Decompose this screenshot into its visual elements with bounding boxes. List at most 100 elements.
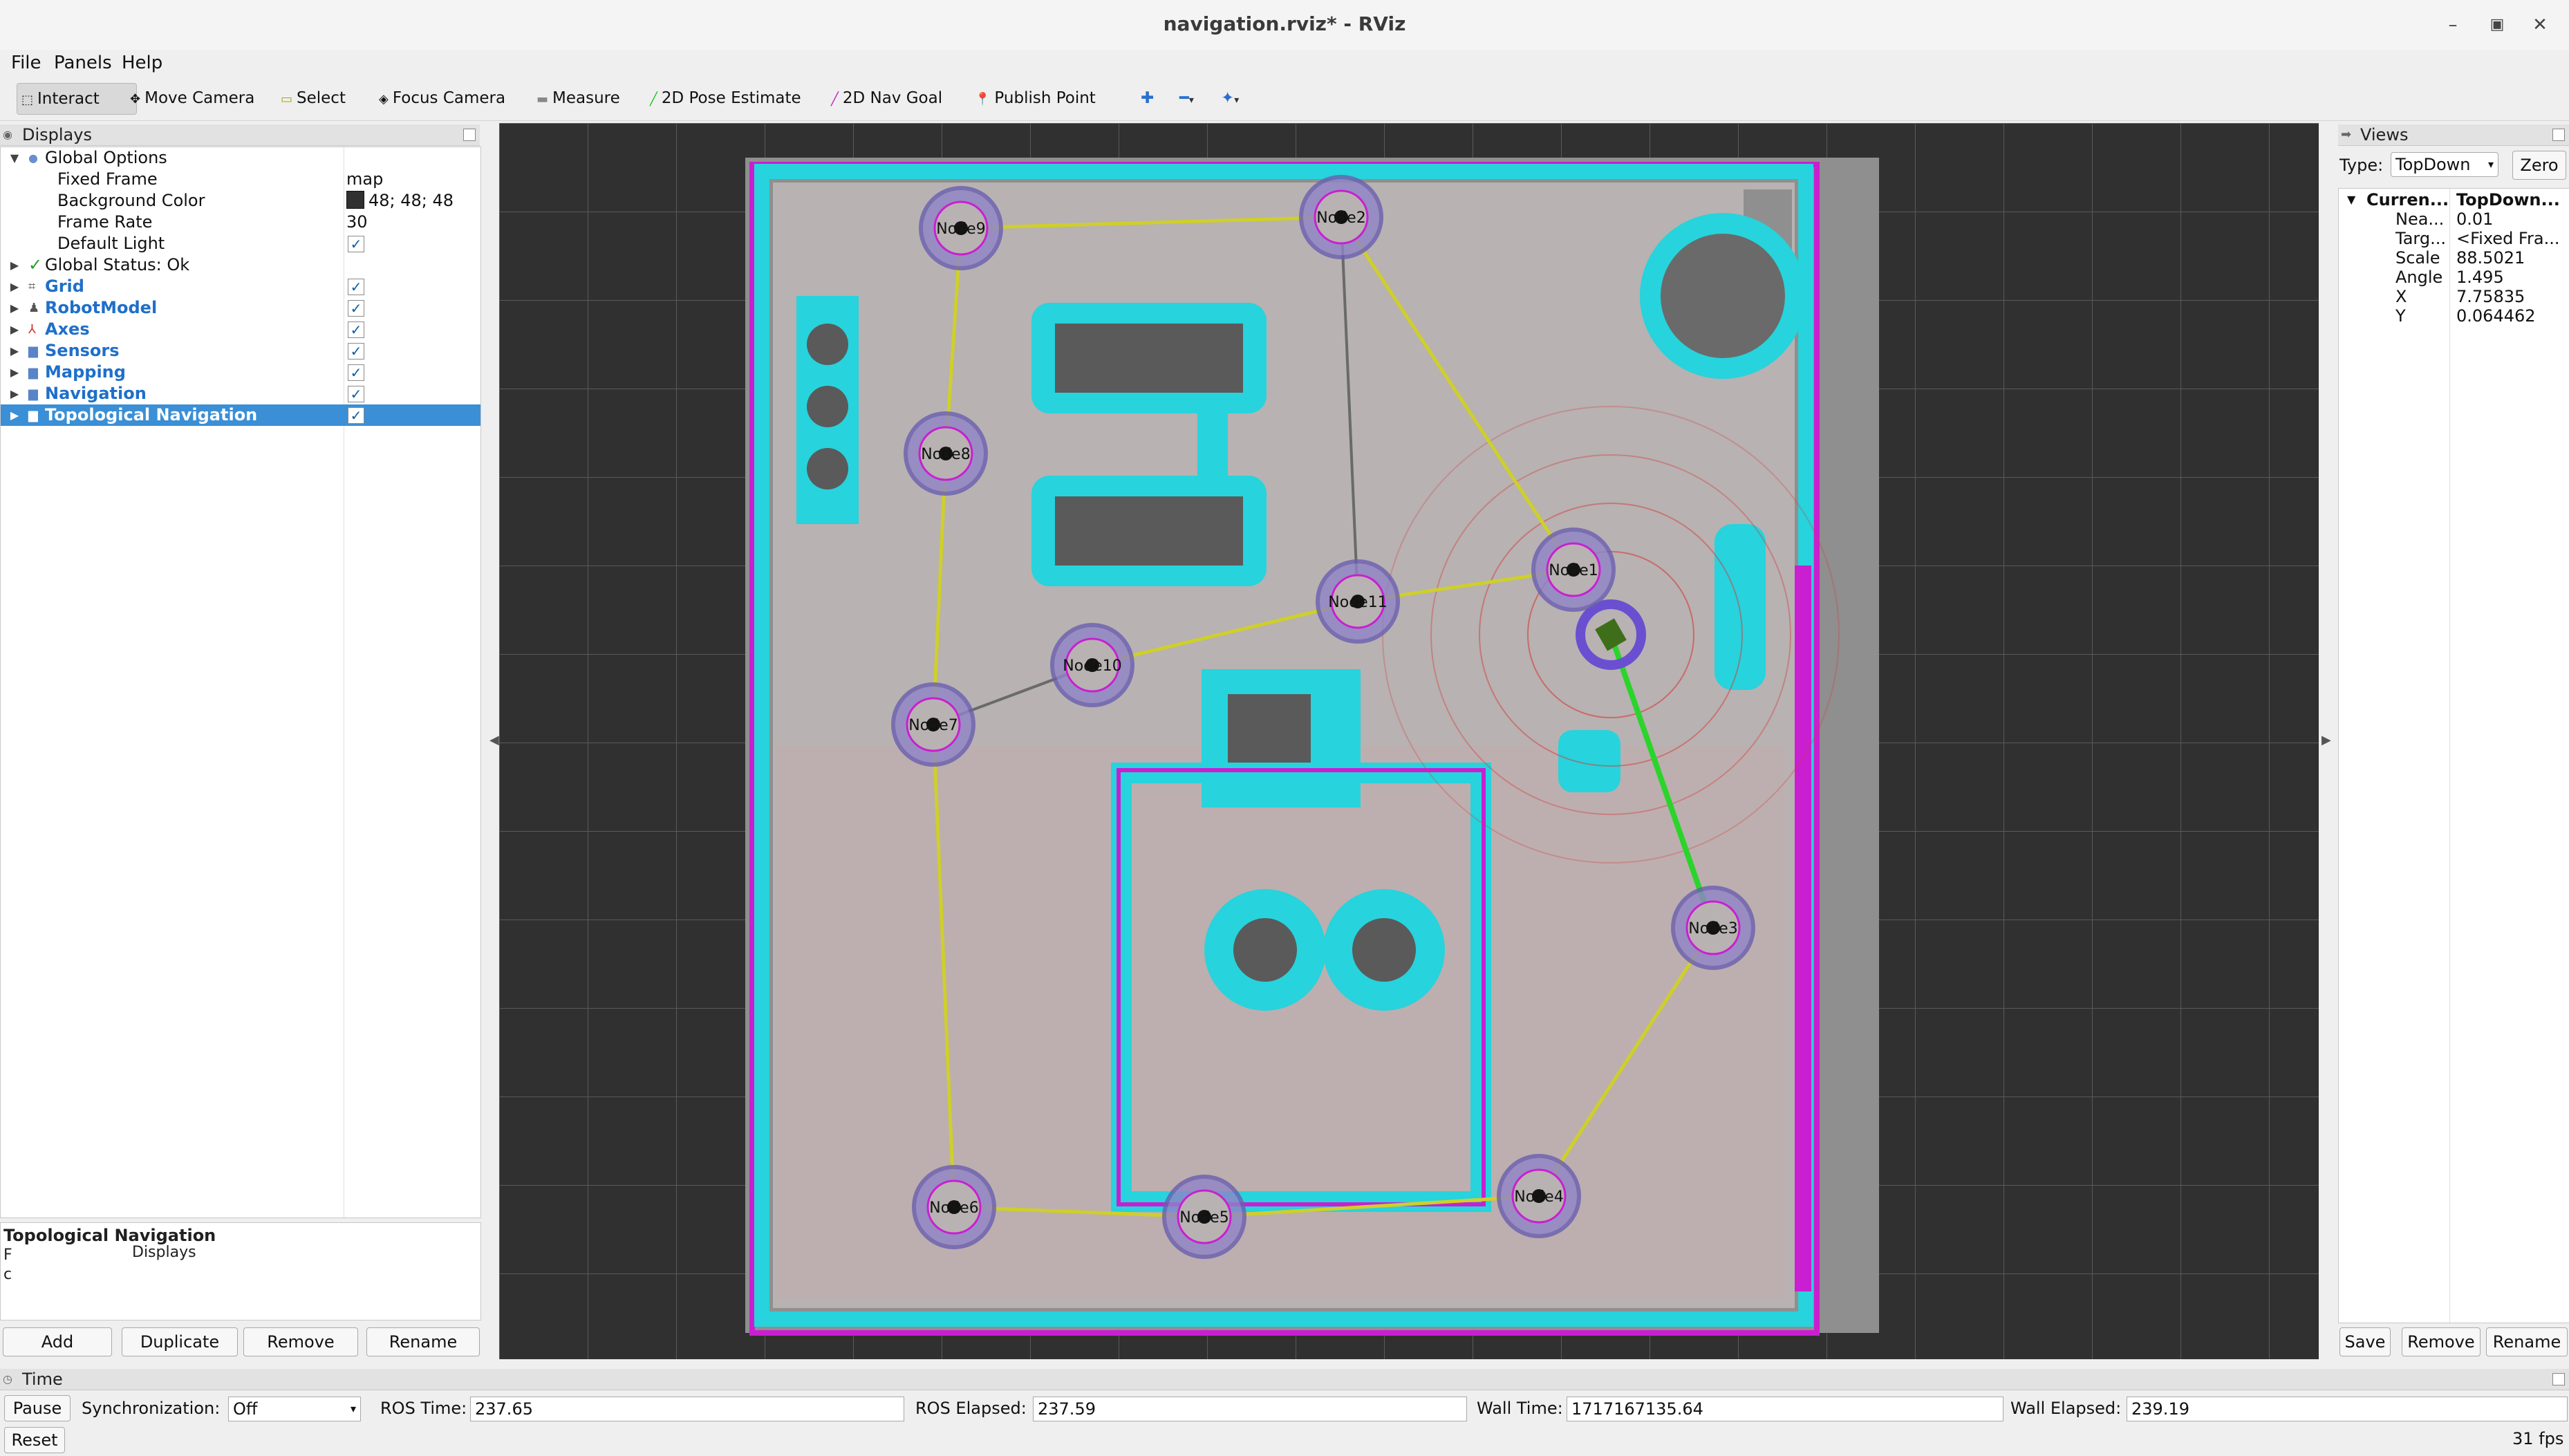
reset-button[interactable]: Reset <box>4 1427 65 1453</box>
views-panel-header: ➡ Views <box>2338 124 2569 146</box>
expand-arrow-icon[interactable]: ▶ <box>8 404 21 426</box>
displays-panel-header: ◉ Displays <box>0 124 480 146</box>
measure-tool[interactable]: ▬ Measure <box>532 83 627 113</box>
focus-camera-tool[interactable]: ◈ Focus Camera <box>375 83 512 113</box>
menu-panels[interactable]: Panels <box>54 53 112 73</box>
near-clip-label: Nea... <box>2395 209 2445 229</box>
expand-arrow-icon[interactable]: ▼ <box>8 147 21 169</box>
view-type-select[interactable]: TopDown ▾ <box>2391 152 2498 177</box>
current-view-label: Curren... <box>2366 190 2449 209</box>
tree-item-robotmodel[interactable]: ▶ ♟ RobotModel ✓ <box>1 297 480 319</box>
rename-view-button[interactable]: Rename <box>2486 1327 2568 1356</box>
tree-fixed-frame[interactable]: Fixed Frame map <box>1 169 480 190</box>
ros-elapsed-field[interactable]: 237.59 <box>1033 1397 1467 1421</box>
expand-arrow-icon[interactable]: ▶ <box>8 362 21 383</box>
collapse-right-icon[interactable]: ▶ <box>2322 733 2331 747</box>
wall-elapsed-field[interactable]: 239.19 <box>2127 1397 2568 1421</box>
remove-display-button[interactable]: Remove <box>243 1327 358 1356</box>
topo-node[interactable]: Node11 <box>1316 559 1400 644</box>
remove-tool-icon[interactable]: ━▾ <box>1175 83 1201 113</box>
topo-node[interactable]: Node9 <box>919 186 1003 270</box>
topo-node[interactable]: Node3 <box>1671 886 1755 970</box>
mapping-checkbox[interactable]: ✓ <box>348 364 364 381</box>
tree-background-color[interactable]: Background Color 48; 48; 48 <box>1 190 480 212</box>
remove-view-button[interactable]: Remove <box>2402 1327 2481 1356</box>
add-display-button[interactable]: Add <box>3 1327 112 1356</box>
target-frame-value[interactable]: <Fixed Fra... <box>2456 229 2559 248</box>
topo-node[interactable]: Node10 <box>1050 623 1134 707</box>
tree-global-status[interactable]: ▶ ✓ Global Status: Ok <box>1 254 480 276</box>
topo-node[interactable]: Node5 <box>1162 1175 1246 1259</box>
render-viewport[interactable]: Node9 Node2 Node8 Node11 Node1 Node10 Node7 Nod… <box>499 123 2319 1359</box>
nav-goal-tool[interactable]: ╱ 2D Nav Goal <box>827 83 949 113</box>
topo-node[interactable]: Node2 <box>1299 175 1383 259</box>
default-light-checkbox[interactable]: ✓ <box>348 236 364 252</box>
expand-arrow-icon[interactable]: ▶ <box>8 276 21 297</box>
expand-arrow-icon[interactable]: ▼ <box>2347 190 2355 209</box>
interact-tool[interactable]: ⬚ Interact <box>17 83 137 115</box>
collapse-left-icon[interactable]: ◀ <box>489 733 499 747</box>
float-button[interactable] <box>463 129 476 141</box>
y-value[interactable]: 0.064462 <box>2456 306 2536 326</box>
topo-node[interactable]: Node4 <box>1497 1154 1581 1238</box>
navigation-checkbox[interactable]: ✓ <box>348 386 364 402</box>
publish-point-tool[interactable]: 📍 Publish Point <box>971 83 1103 113</box>
views-panel-icon: ➡ <box>2341 127 2352 142</box>
float-button[interactable] <box>2552 129 2565 141</box>
tool-properties-icon[interactable]: ✦▾ <box>1217 83 1246 113</box>
tree-item-grid[interactable]: ▶ ⌗ Grid ✓ <box>1 276 480 297</box>
scale-value[interactable]: 88.5021 <box>2456 248 2525 268</box>
ros-time-field[interactable]: 237.65 <box>470 1397 904 1421</box>
rename-display-button[interactable]: Rename <box>366 1327 480 1356</box>
expand-arrow-icon[interactable]: ▶ <box>8 297 21 319</box>
topo-node[interactable]: Node6 <box>912 1165 996 1249</box>
map-canvas[interactable]: Node9 Node2 Node8 Node11 Node1 Node10 Node7 Nod… <box>499 123 2319 1359</box>
tree-item-mapping[interactable]: ▶ ▆ Mapping ✓ <box>1 362 480 383</box>
expand-arrow-icon[interactable]: ▶ <box>8 319 21 340</box>
tree-item-axes[interactable]: ▶ ⅄ Axes ✓ <box>1 319 480 340</box>
robotmodel-checkbox[interactable]: ✓ <box>348 300 364 317</box>
pose-estimate-tool[interactable]: ╱ 2D Pose Estimate <box>646 83 808 113</box>
expand-arrow-icon[interactable]: ▶ <box>8 340 21 362</box>
topo-node[interactable]: Node1 <box>1531 528 1616 612</box>
float-button[interactable] <box>2552 1373 2565 1385</box>
expand-arrow-icon[interactable]: ▶ <box>8 254 21 276</box>
node-label: Node5 <box>1179 1209 1229 1226</box>
duplicate-display-button[interactable]: Duplicate <box>122 1327 238 1356</box>
axes-checkbox[interactable]: ✓ <box>348 321 364 338</box>
node-label: Node3 <box>1688 920 1737 937</box>
tree-item-sensors[interactable]: ▶ ▆ Sensors ✓ <box>1 340 480 362</box>
tree-item-topological-navigation[interactable]: ▶ ▆ Topological Navigation ✓ <box>1 404 480 426</box>
tree-default-light[interactable]: Default Light ✓ <box>1 233 480 254</box>
close-icon[interactable]: ✕ <box>2528 12 2552 37</box>
angle-value[interactable]: 1.495 <box>2456 268 2504 287</box>
description-line2: c <box>3 1266 12 1283</box>
x-value[interactable]: 7.75835 <box>2456 287 2525 306</box>
menu-file[interactable]: File <box>11 53 41 73</box>
menu-help[interactable]: Help <box>122 53 162 73</box>
views-tree: ▼ Curren... TopDown... Nea... 0.01 Targ.… <box>2338 188 2569 1323</box>
zero-button[interactable]: Zero <box>2512 151 2566 180</box>
wall-time-field[interactable]: 1717167135.64 <box>1567 1397 2003 1421</box>
tree-item-navigation[interactable]: ▶ ▆ Navigation ✓ <box>1 383 480 404</box>
select-tool[interactable]: ▭ Select <box>277 83 353 113</box>
tree-frame-rate[interactable]: Frame Rate 30 <box>1 212 480 233</box>
sync-select[interactable]: Off ▾ <box>228 1397 361 1421</box>
axes-icon: ⅄ <box>28 322 36 337</box>
add-tool-icon[interactable]: ✚ <box>1137 83 1161 113</box>
restore-icon[interactable]: ▣ <box>2485 12 2510 37</box>
move-camera-tool[interactable]: ✥ Move Camera <box>126 83 261 113</box>
chevron-down-icon: ▾ <box>2487 158 2494 171</box>
near-clip-value[interactable]: 0.01 <box>2456 209 2493 229</box>
sensors-checkbox[interactable]: ✓ <box>348 343 364 360</box>
grid-checkbox[interactable]: ✓ <box>348 279 364 295</box>
topo-node[interactable]: Node8 <box>904 411 988 496</box>
topological-navigation-checkbox[interactable]: ✓ <box>348 407 364 424</box>
expand-arrow-icon[interactable]: ▶ <box>8 383 21 404</box>
pause-button[interactable]: Pause <box>4 1395 71 1421</box>
save-view-button[interactable]: Save <box>2339 1327 2391 1356</box>
minimize-icon[interactable]: – <box>2440 12 2465 37</box>
tree-global-options[interactable]: ▼ ● Global Options <box>1 147 480 169</box>
topo-node[interactable]: Node7 <box>891 682 975 767</box>
color-swatch <box>346 191 364 209</box>
